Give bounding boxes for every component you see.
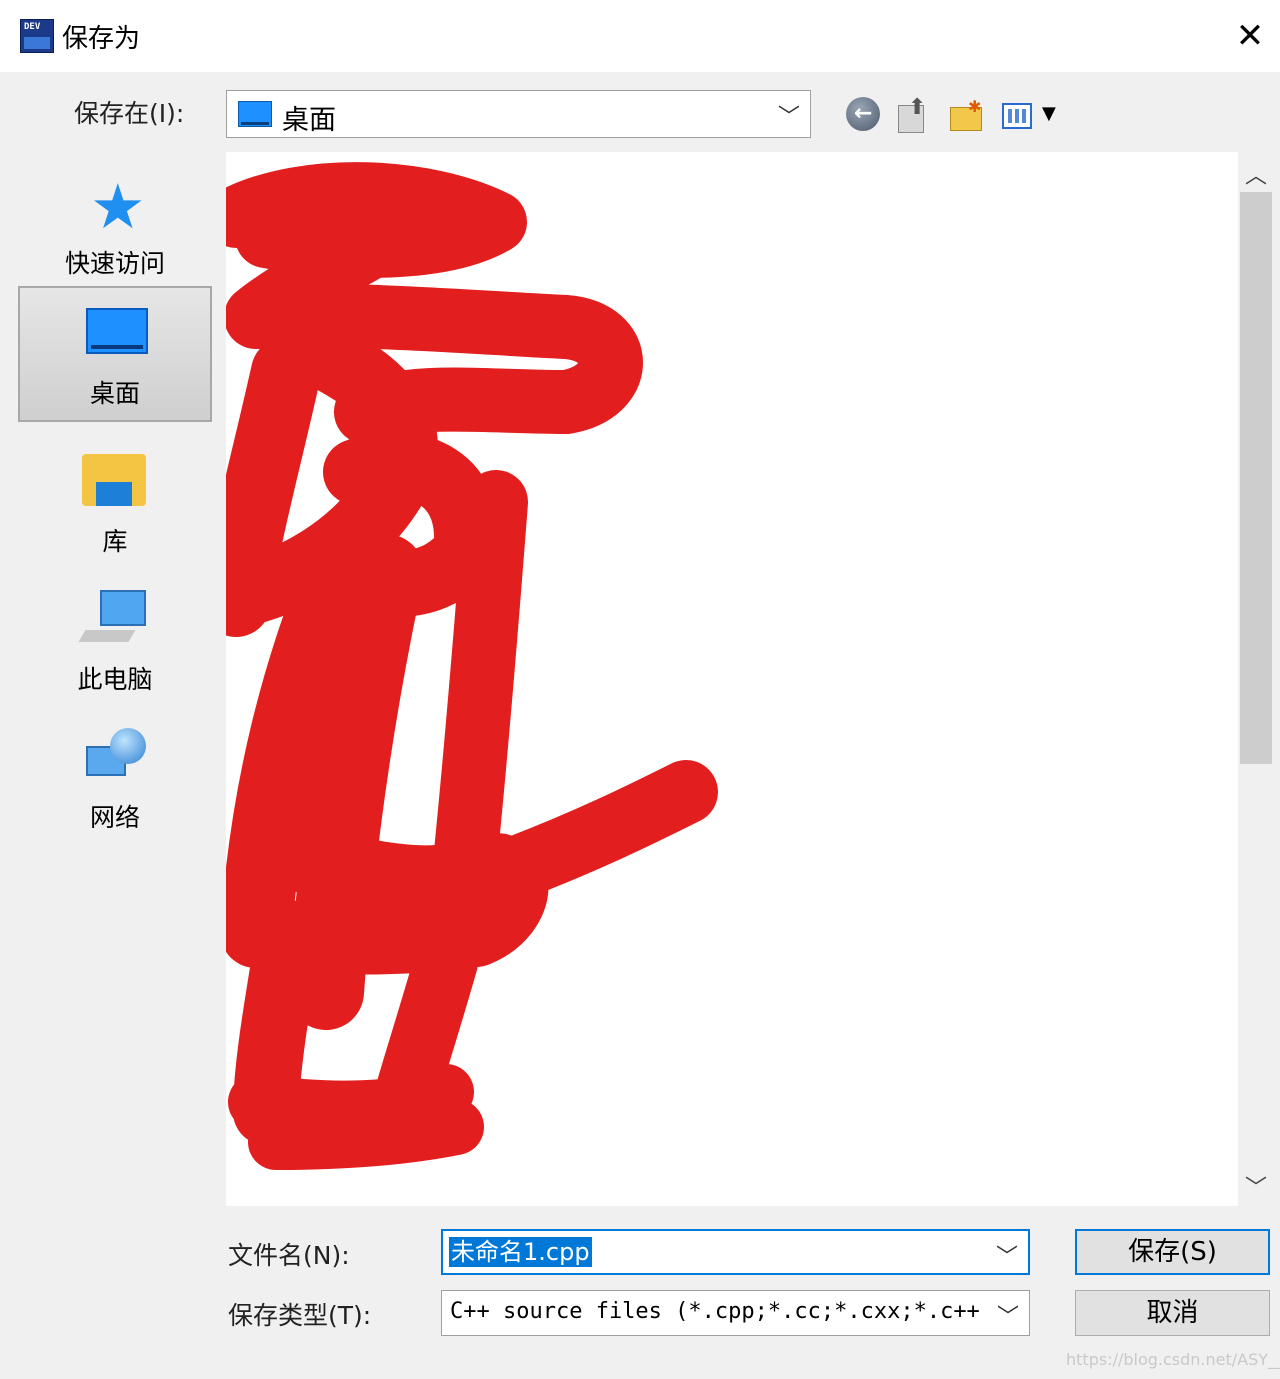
place-label: 快速访问 bbox=[64, 249, 165, 278]
chevron-down-icon[interactable]: ﹀ bbox=[996, 1239, 1018, 1271]
file-type-dropdown[interactable]: C++ source files (*.cpp;*.cc;*.cxx;*.c++… bbox=[441, 1290, 1030, 1336]
place-desktop[interactable]: 桌面 bbox=[18, 286, 212, 422]
scroll-thumb[interactable] bbox=[1240, 192, 1272, 764]
look-in-value: 桌面 bbox=[282, 105, 336, 136]
look-in-label: 保存在(I): bbox=[74, 99, 185, 128]
cancel-button[interactable]: 取消 bbox=[1075, 1290, 1270, 1336]
place-label: 库 bbox=[102, 527, 128, 556]
file-name-label: 文件名(N): bbox=[228, 1241, 350, 1270]
look-in-dropdown[interactable]: 桌面 ﹀ bbox=[226, 90, 811, 138]
close-icon: ✕ bbox=[1235, 16, 1265, 56]
vertical-scrollbar[interactable]: ︿ ﹀ bbox=[1238, 152, 1274, 1206]
place-network[interactable]: 网络 bbox=[18, 708, 212, 844]
file-type-label: 保存类型(T): bbox=[228, 1301, 372, 1330]
close-button[interactable]: ✕ bbox=[1230, 16, 1270, 56]
desktop-icon bbox=[86, 308, 148, 354]
view-menu-button[interactable]: ▼ bbox=[1000, 95, 1060, 135]
up-folder-button[interactable]: ⬆ bbox=[894, 95, 934, 135]
chevron-down-icon: ﹀ bbox=[777, 105, 800, 130]
places-bar: ★ 快速访问 桌面 库 此电脑 网络 bbox=[16, 142, 216, 1379]
back-button[interactable]: ← bbox=[844, 95, 884, 135]
place-label: 此电脑 bbox=[77, 665, 153, 694]
window-title: 保存为 bbox=[62, 24, 141, 54]
place-libraries[interactable]: 库 bbox=[18, 432, 212, 568]
redaction-scribble bbox=[226, 162, 718, 1170]
this-pc-icon bbox=[100, 590, 146, 626]
desktop-folder-icon bbox=[238, 101, 272, 127]
watermark: https://blog.csdn.net/ASY___ bbox=[1066, 1350, 1280, 1369]
file-list-pane[interactable] bbox=[226, 152, 1238, 1206]
chevron-down-icon: ﹀ bbox=[996, 1305, 1019, 1330]
save-as-dialog: DEV 保存为 ✕ 保存在(I): 桌面 ﹀ ← ⬆ ✱ ▼ ★ 快速访问 桌面… bbox=[0, 0, 1280, 1379]
file-name-input[interactable]: 未命名1.cpp ﹀ bbox=[441, 1229, 1030, 1275]
place-label: 网络 bbox=[89, 803, 140, 832]
title-bar: DEV 保存为 ✕ bbox=[0, 0, 1280, 72]
place-quick-access[interactable]: ★ 快速访问 bbox=[18, 154, 212, 290]
view-menu-icon bbox=[1002, 103, 1032, 129]
place-this-pc[interactable]: 此电脑 bbox=[18, 570, 212, 706]
scroll-up-icon[interactable]: ︿ bbox=[1238, 158, 1274, 189]
place-label: 桌面 bbox=[89, 379, 140, 408]
dev-cpp-icon: DEV bbox=[20, 19, 54, 53]
quick-access-star-icon: ★ bbox=[90, 170, 146, 243]
scroll-down-icon[interactable]: ﹀ bbox=[1238, 1170, 1274, 1201]
new-folder-button[interactable]: ✱ bbox=[946, 95, 986, 135]
save-button[interactable]: 保存(S) bbox=[1075, 1229, 1270, 1275]
network-icon bbox=[86, 728, 146, 786]
file-name-value: 未命名1.cpp bbox=[449, 1237, 592, 1267]
libraries-icon bbox=[82, 454, 146, 506]
file-type-value: C++ source files (*.cpp;*.cc;*.cxx;*.c++ bbox=[450, 1299, 980, 1324]
